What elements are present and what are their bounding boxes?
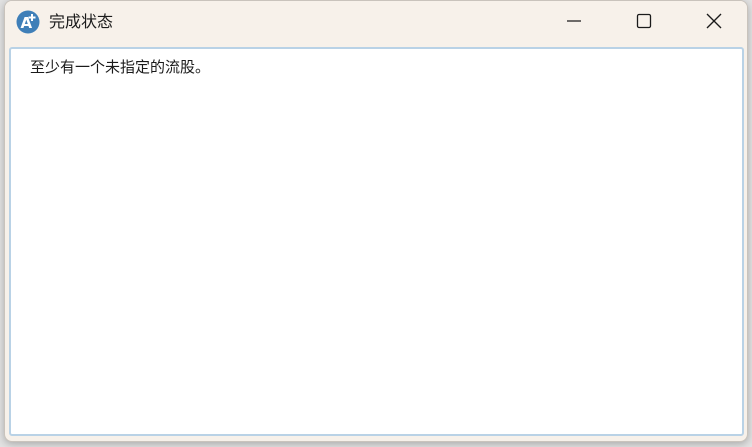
status-message: 至少有一个未指定的流股。 (30, 58, 211, 76)
title-bar[interactable]: A 完成状态 (5, 1, 747, 45)
close-icon (706, 13, 722, 33)
minimize-icon (566, 13, 582, 33)
maximize-icon (636, 13, 652, 33)
app-a-plus-icon: A (16, 10, 40, 34)
window-title: 完成状态 (49, 12, 114, 31)
status-dialog-window: A 完成状态 至少有一个未指定的流股。 (4, 0, 748, 442)
message-text-area[interactable]: 至少有一个未指定的流股。 (9, 47, 744, 436)
maximize-button[interactable] (609, 1, 679, 45)
minimize-button[interactable] (539, 1, 609, 45)
close-button[interactable] (679, 1, 747, 45)
